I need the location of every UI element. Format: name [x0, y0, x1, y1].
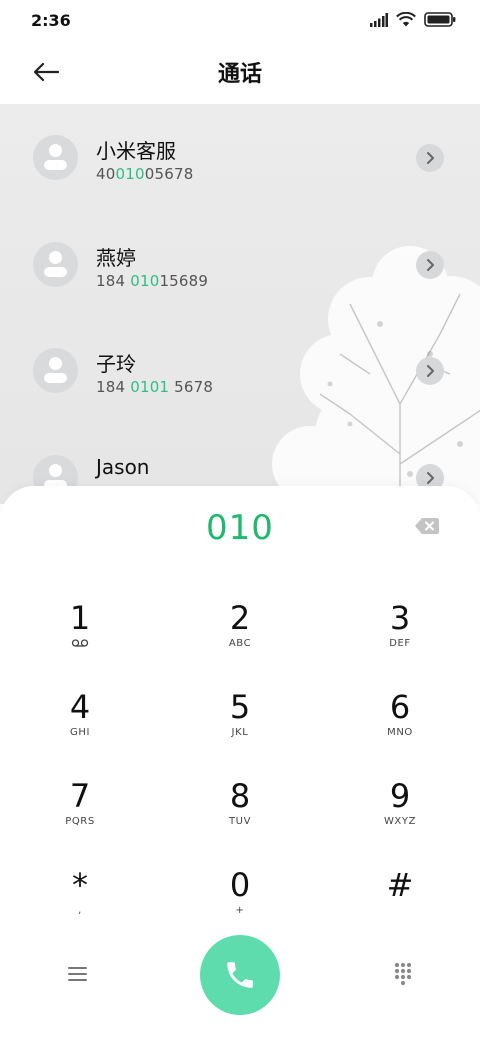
key-letters: WXYZ — [383, 816, 417, 827]
dialed-number[interactable]: 010 — [0, 508, 480, 548]
key-letters: DEF — [389, 638, 411, 649]
key-1[interactable]: 1 — [20, 600, 140, 680]
contact-item[interactable]: 燕婷 184 01015689 — [0, 211, 480, 317]
key-3[interactable]: 3 DEF — [340, 600, 460, 680]
status-time: 2:36 — [31, 11, 71, 30]
delete-button[interactable] — [414, 516, 440, 536]
contact-item[interactable]: 子玲 184 0101 5678 — [0, 317, 480, 423]
key-digit: * — [72, 866, 88, 904]
key-digit: 2 — [229, 599, 251, 637]
menu-icon — [68, 967, 87, 981]
key-6[interactable]: 6 MNO — [340, 689, 460, 769]
status-bar: 2:36 — [0, 0, 480, 40]
key-9[interactable]: 9 WXYZ — [340, 778, 460, 858]
dialpad-grid-icon — [394, 962, 412, 986]
wifi-icon — [396, 12, 416, 27]
contact-results: 小米客服 4001005678 燕婷 184 01015689 子玲 184 0… — [0, 104, 480, 504]
key-digit: 7 — [69, 777, 91, 815]
voicemail-icon — [20, 638, 140, 651]
key-letters: GHI — [69, 727, 91, 738]
key-8[interactable]: 8 TUV — [180, 778, 300, 858]
key-letters: TUV — [228, 816, 252, 827]
key-digit: 8 — [229, 777, 251, 815]
chevron-right-icon — [427, 365, 434, 377]
key-letters: MNO — [387, 727, 413, 738]
key-letters: PQRS — [65, 816, 95, 827]
call-button[interactable] — [200, 935, 280, 1015]
contact-name: 燕婷 — [96, 246, 136, 270]
contact-number: 4001005678 — [96, 165, 194, 183]
battery-icon — [424, 12, 456, 27]
key-5[interactable]: 5 JKL — [180, 689, 300, 769]
key-letters: + — [235, 905, 245, 916]
key-letters: , — [78, 905, 82, 916]
dialpad-panel: 010 1 2 ABC 3 DEF 4 GHI 5 JKL 6 MNO 7 PQ… — [0, 486, 480, 1040]
contact-name: 子玲 — [96, 352, 136, 376]
key-letters: ABC — [228, 638, 252, 649]
contact-item[interactable]: 小米客服 4001005678 — [0, 104, 480, 210]
key-digit: # — [386, 866, 414, 904]
chevron-right-icon — [427, 152, 434, 164]
key-2[interactable]: 2 ABC — [180, 600, 300, 680]
avatar — [33, 135, 78, 180]
key-digit: 6 — [389, 688, 411, 726]
contact-number: 184 0101 5678 — [96, 378, 214, 396]
key-digit: 5 — [229, 688, 251, 726]
contact-detail-button[interactable] — [416, 357, 444, 385]
header: 通话 — [0, 40, 480, 104]
key-star[interactable]: * , — [20, 867, 140, 947]
status-icons — [370, 12, 456, 27]
key-letters: JKL — [231, 727, 249, 738]
chevron-right-icon — [427, 259, 434, 271]
avatar — [33, 242, 78, 287]
signal-icon — [370, 12, 388, 27]
page-title: 通话 — [217, 62, 262, 87]
key-hash[interactable]: # — [340, 867, 460, 947]
menu-button[interactable] — [64, 962, 92, 986]
contact-detail-button[interactable] — [416, 144, 444, 172]
contact-name: 小米客服 — [96, 139, 176, 163]
phone-icon — [227, 962, 253, 988]
avatar — [33, 348, 78, 393]
key-digit: 1 — [69, 599, 91, 637]
key-7[interactable]: 7 PQRS — [20, 778, 140, 858]
contact-number: 184 01015689 — [96, 272, 209, 290]
chevron-right-icon — [427, 472, 434, 484]
key-digit: 3 — [389, 599, 411, 637]
key-digit: 0 — [229, 866, 251, 904]
contact-name: Jason — [96, 455, 150, 479]
backspace-icon — [415, 518, 439, 534]
contact-detail-button[interactable] — [416, 251, 444, 279]
key-4[interactable]: 4 GHI — [20, 689, 140, 769]
dialpad-toggle-button[interactable] — [390, 960, 416, 986]
key-digit: 9 — [389, 777, 411, 815]
key-digit: 4 — [69, 688, 91, 726]
